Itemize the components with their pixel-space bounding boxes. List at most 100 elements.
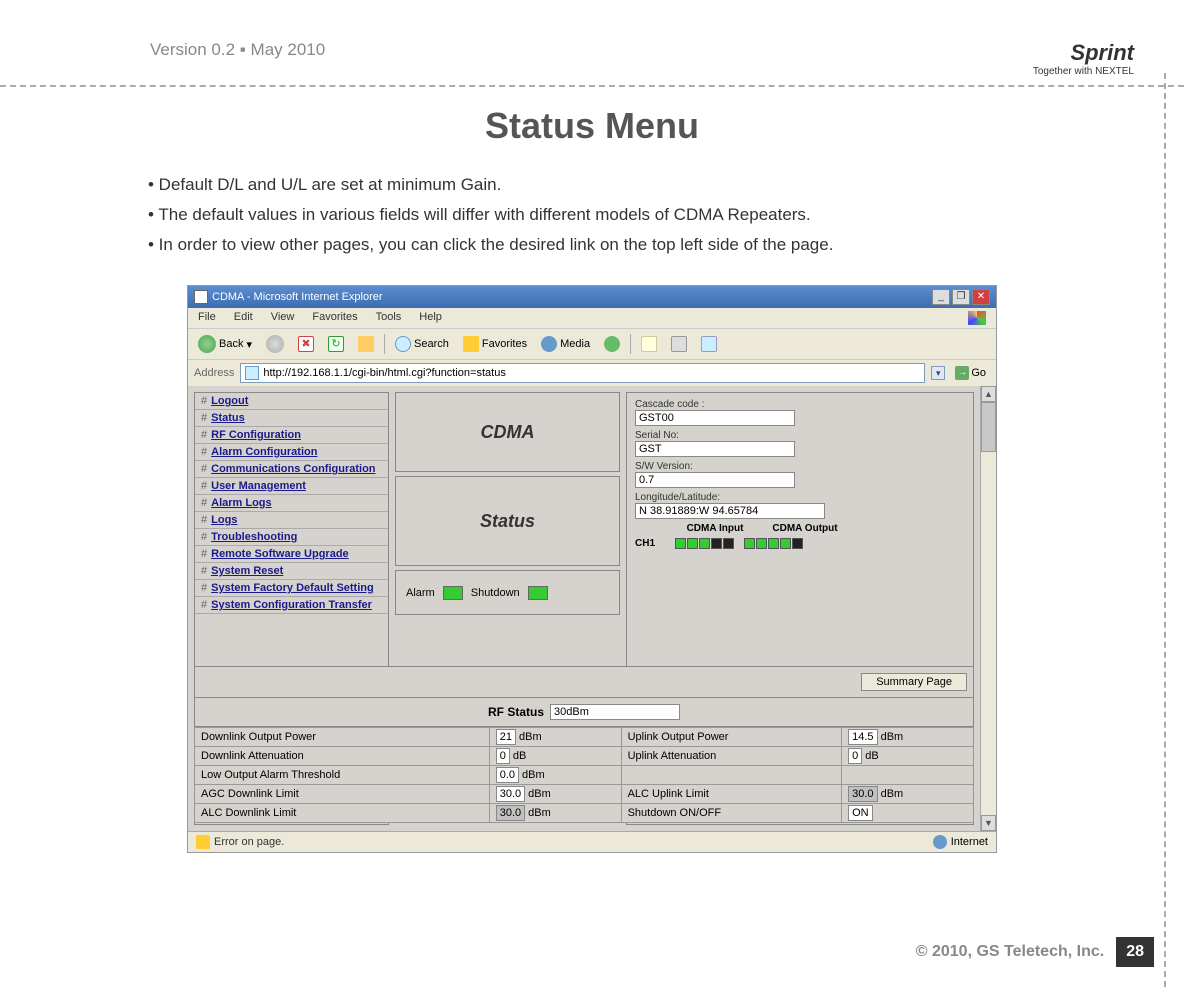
go-button[interactable]: →Go [951, 365, 990, 381]
back-label: Back [219, 338, 243, 350]
page-title: Status Menu [0, 105, 1184, 147]
cell-label: Downlink Attenuation [195, 747, 490, 766]
nav-item[interactable]: #Remote Software Upgrade [195, 546, 388, 563]
lonlat-value[interactable]: N 38.91889:W 94.65784 [635, 503, 825, 519]
serial-value[interactable]: GST [635, 441, 795, 457]
menu-edit[interactable]: Edit [234, 311, 253, 325]
nav-item[interactable]: # Alarm Logs [195, 495, 388, 512]
nav-link[interactable]: System Configuration Transfer [211, 599, 372, 611]
back-icon [198, 335, 216, 353]
menu-view[interactable]: View [271, 311, 295, 325]
lonlat-label: Longitude/Latitude: [635, 492, 965, 503]
nav-link[interactable]: Logout [211, 395, 248, 407]
refresh-button[interactable]: ↻ [324, 334, 348, 354]
media-button[interactable]: Media [537, 334, 594, 354]
mail-icon [641, 336, 657, 352]
nav-link[interactable]: Troubleshooting [211, 531, 297, 543]
nav-link[interactable]: Communications Configuration [211, 463, 375, 475]
ie-app-icon [194, 290, 208, 304]
scroll-thumb[interactable] [981, 402, 996, 452]
sw-value[interactable]: 0.7 [635, 472, 795, 488]
nav-item[interactable]: # User Management [195, 478, 388, 495]
maximize-button[interactable]: ❐ [952, 289, 970, 305]
edit-icon [701, 336, 717, 352]
nav-item[interactable]: # System Reset [195, 563, 388, 580]
cell-empty [842, 766, 974, 785]
cell-value: ON [842, 804, 974, 823]
history-button[interactable] [600, 334, 624, 354]
table-row: Low Output Alarm Threshold0.0 dBm [195, 766, 974, 785]
shutdown-led [528, 586, 548, 600]
cell-label: Low Output Alarm Threshold [195, 766, 490, 785]
hash-icon: # [201, 480, 207, 492]
go-icon: → [955, 366, 969, 380]
table-row: Downlink Output Power21 dBmUplink Output… [195, 728, 974, 747]
nav-link[interactable]: User Management [211, 480, 306, 492]
nav-link[interactable]: Alarm Configuration [211, 446, 317, 458]
nav-link[interactable]: Logs [211, 514, 237, 526]
cell-label: ALC Downlink Limit [195, 804, 490, 823]
rf-status-value[interactable]: 30dBm [550, 704, 680, 720]
scroll-up-icon[interactable]: ▲ [981, 386, 996, 402]
cascade-value[interactable]: GST00 [635, 410, 795, 426]
hash-icon: # [201, 599, 207, 611]
ch1-label: CH1 [635, 538, 665, 549]
sw-label: S/W Version: [635, 461, 965, 472]
mail-button[interactable] [637, 334, 661, 354]
nav-link[interactable]: Status [211, 412, 245, 424]
nav-item[interactable]: # System Configuration Transfer [195, 597, 388, 614]
edit-button[interactable] [697, 334, 721, 354]
close-button[interactable]: ✕ [972, 289, 990, 305]
hash-icon: # [201, 446, 207, 458]
nav-item[interactable]: #Communications Configuration [195, 461, 388, 478]
zone-text: Internet [951, 836, 988, 848]
hash-icon: # [201, 395, 207, 407]
cell-value: 30.0 dBm [489, 785, 621, 804]
favorites-button[interactable]: Favorites [459, 334, 531, 354]
stop-icon: ✖ [298, 336, 314, 352]
back-button[interactable]: Back ▾ [194, 333, 256, 355]
windows-flag-icon [968, 311, 986, 325]
table-row: ALC Downlink Limit30.0 dBmShutdown ON/OF… [195, 804, 974, 823]
nav-item[interactable]: #Troubleshooting [195, 529, 388, 546]
nav-item[interactable]: #System Factory Default Setting [195, 580, 388, 597]
home-button[interactable] [354, 334, 378, 354]
nav-link[interactable]: System Factory Default Setting [211, 582, 374, 594]
cell-label: Uplink Attenuation [621, 747, 842, 766]
menu-favorites[interactable]: Favorites [312, 311, 357, 325]
print-button[interactable] [667, 334, 691, 354]
hash-icon: # [201, 565, 207, 577]
address-url: http://192.168.1.1/cgi-bin/html.cgi?func… [263, 367, 505, 379]
summary-page-button[interactable]: Summary Page [861, 673, 967, 691]
forward-button[interactable] [262, 333, 288, 355]
nav-item[interactable]: # Logout [195, 393, 388, 410]
ie-menubar: File Edit View Favorites Tools Help [188, 308, 996, 328]
cell-label: Downlink Output Power [195, 728, 490, 747]
search-icon [395, 336, 411, 352]
search-button[interactable]: Search [391, 334, 453, 354]
nav-item[interactable]: # Alarm Configuration [195, 444, 388, 461]
menu-help[interactable]: Help [419, 311, 442, 325]
menu-tools[interactable]: Tools [376, 311, 402, 325]
stop-button[interactable]: ✖ [294, 334, 318, 354]
shutdown-label: Shutdown [471, 587, 520, 599]
nav-link[interactable]: Remote Software Upgrade [211, 548, 349, 560]
scroll-down-icon[interactable]: ▼ [981, 815, 996, 831]
sprint-logo: Sprint Together with NEXTEL [1033, 40, 1154, 77]
menu-file[interactable]: File [198, 311, 216, 325]
address-label: Address [194, 367, 234, 379]
nav-link[interactable]: Alarm Logs [211, 497, 272, 509]
minimize-button[interactable]: _ [932, 289, 950, 305]
ch1-input-leds [675, 538, 734, 549]
nav-link[interactable]: RF Configuration [211, 429, 301, 441]
nav-item[interactable]: #Status [195, 410, 388, 427]
nav-item[interactable]: #RF Configuration [195, 427, 388, 444]
address-input[interactable]: http://192.168.1.1/cgi-bin/html.cgi?func… [240, 363, 925, 383]
hash-icon: # [201, 497, 207, 509]
vertical-scrollbar[interactable]: ▲ ▼ [980, 386, 996, 831]
nav-item[interactable]: #Logs [195, 512, 388, 529]
nav-link[interactable]: System Reset [211, 565, 283, 577]
go-label: Go [971, 367, 986, 379]
bullet-list: • Default D/L and U/L are set at minimum… [148, 175, 1184, 255]
address-dropdown[interactable]: ▾ [931, 366, 945, 380]
